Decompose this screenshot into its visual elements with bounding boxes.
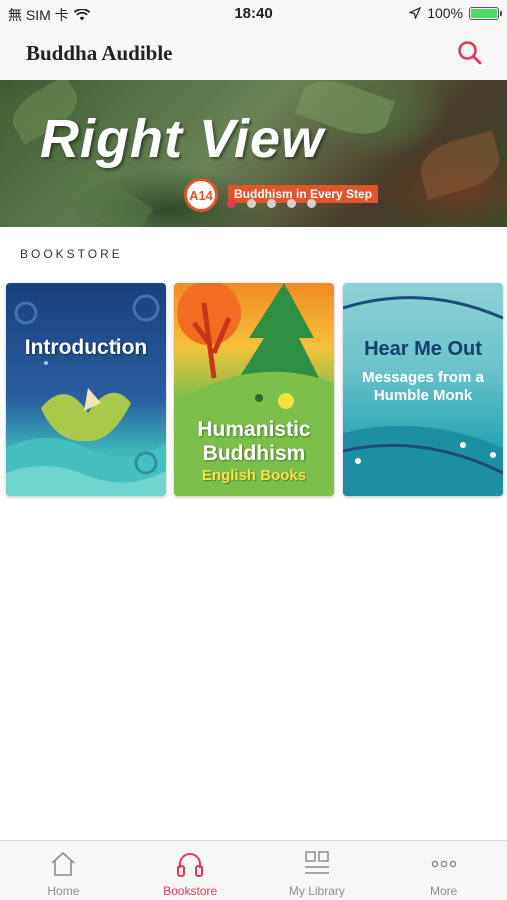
book-title: Hear Me Out xyxy=(364,338,482,360)
banner-title: Right View xyxy=(40,109,325,169)
tab-home[interactable]: Home xyxy=(0,841,127,900)
carousel-dot[interactable] xyxy=(227,199,236,208)
tab-my-library[interactable]: My Library xyxy=(254,841,381,900)
more-icon xyxy=(431,860,456,868)
book-card-humanistic-buddhism[interactable]: Humanistic Buddhism English Books xyxy=(174,283,334,496)
app-header: Buddha Audible xyxy=(0,28,507,80)
tab-bar: Home Bookstore My Library More xyxy=(0,840,507,900)
battery-tip xyxy=(500,10,502,16)
tab-label: My Library xyxy=(288,884,345,898)
home-icon xyxy=(51,851,75,876)
banner-leaf-decoration xyxy=(414,130,506,200)
status-right: 100% xyxy=(409,5,502,21)
book-title: Humanistic Buddhism xyxy=(197,418,311,465)
book-list: Introduction Humanistic Buddhism English… xyxy=(6,283,503,496)
book-subtitle: English Books xyxy=(201,467,307,484)
carousel-dot[interactable] xyxy=(267,199,276,208)
carousel-dot[interactable] xyxy=(247,199,256,208)
banner-carousel[interactable]: Right View A14 Buddhism in Every Step xyxy=(0,80,507,227)
search-button[interactable] xyxy=(455,38,485,68)
battery-percent: 100% xyxy=(427,5,463,21)
battery-fill xyxy=(471,8,497,18)
book-title: Introduction xyxy=(24,336,148,359)
app-title: Buddha Audible xyxy=(26,41,173,65)
tab-label: More xyxy=(429,884,458,898)
book-card-hear-me-out[interactable]: Hear Me Out Messages from a Humble Monk xyxy=(343,283,503,496)
carousel-page-indicator[interactable] xyxy=(0,199,507,208)
location-arrow-icon xyxy=(409,7,422,19)
section-title: BOOKSTORE xyxy=(20,247,123,261)
status-bar: 無 SIM 卡 18:40 100% xyxy=(0,0,507,28)
book-cover-art xyxy=(6,294,166,496)
book-subtitle: Messages from a Humble Monk xyxy=(362,369,484,404)
search-icon xyxy=(458,41,482,65)
tab-label: Home xyxy=(47,884,80,898)
tab-more[interactable]: More xyxy=(380,841,507,900)
tab-label: Bookstore xyxy=(163,884,218,898)
battery-icon xyxy=(469,6,502,20)
library-icon xyxy=(304,851,329,874)
book-card-introduction[interactable]: Introduction xyxy=(6,283,166,496)
headphones-icon xyxy=(177,853,204,877)
carousel-dot[interactable] xyxy=(307,199,316,208)
carousel-dot[interactable] xyxy=(287,199,296,208)
tab-bookstore[interactable]: Bookstore xyxy=(127,841,254,900)
